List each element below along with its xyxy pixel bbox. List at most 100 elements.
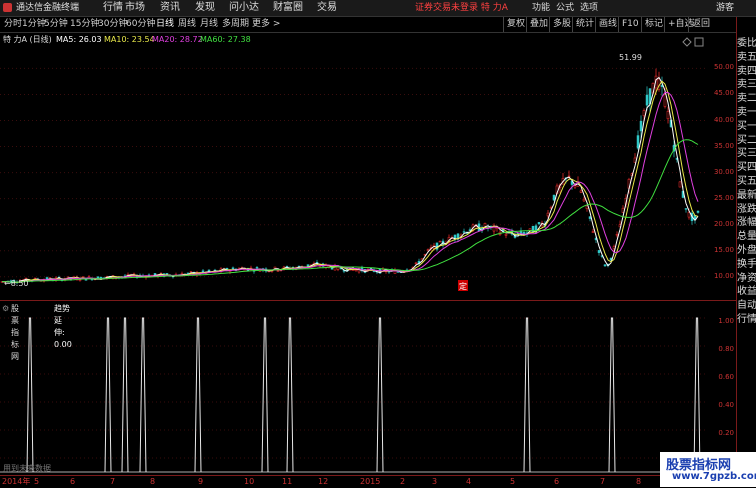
price-tick-label: 30.00 — [713, 167, 734, 176]
menu-trade[interactable]: 交易 — [317, 0, 337, 16]
side-panel-item[interactable]: 最新 — [737, 189, 756, 203]
date-tick-label: 8 — [636, 477, 642, 486]
menu-function[interactable]: 功能 — [532, 0, 550, 16]
side-panel-item[interactable]: 收益 — [737, 285, 756, 299]
expand-icon[interactable] — [682, 37, 692, 47]
menu-news[interactable]: 资讯 — [160, 0, 180, 16]
period-monthly[interactable]: 月线 — [200, 17, 218, 32]
price-tick-label: 10.00 — [713, 271, 734, 280]
date-tick-label: 7 — [110, 477, 116, 486]
side-panel-item[interactable]: 卖四 — [737, 65, 756, 79]
side-panel-item[interactable]: 买二 — [737, 134, 756, 148]
menu-market-quotes[interactable]: 行情 — [103, 0, 123, 16]
side-panel-item[interactable]: 卖三 — [737, 78, 756, 92]
side-panel-item[interactable]: 卖二 — [737, 92, 756, 106]
candle-body — [396, 271, 400, 273]
multi-stock-button[interactable]: 多股 — [549, 17, 571, 32]
side-panel-item[interactable]: 买五 — [737, 175, 756, 189]
side-panel-item[interactable]: 买一 — [737, 120, 756, 134]
price-tick-label: 35.00 — [713, 141, 734, 150]
back-button[interactable]: 返回 — [688, 17, 710, 32]
menu-assistant[interactable]: 问小达 — [229, 0, 259, 16]
side-panel-item[interactable]: 卖一 — [737, 106, 756, 120]
candle-body — [414, 262, 418, 265]
candle-body — [579, 190, 583, 193]
indicator-axis: 1.000.800.600.400.200.00 — [706, 315, 736, 475]
date-tick-label: 4 — [466, 477, 472, 486]
side-panel-item[interactable]: 自动 — [737, 299, 756, 313]
side-panel-item[interactable]: 买三 — [737, 147, 756, 161]
date-axis: 2014年 5 6 7 8 9 10 11 12 2015 2 3 4 5 6 7 8 — [0, 475, 706, 488]
app-title: 通达信金融终端 — [16, 3, 80, 13]
menu-formula[interactable]: 公式 — [556, 0, 574, 16]
statistics-button[interactable]: 统计 — [572, 17, 594, 32]
indicator-signal-spike — [261, 317, 269, 473]
f10-button[interactable]: F10 — [618, 17, 639, 32]
menu-market[interactable]: 市场 — [125, 0, 145, 16]
side-panel-item[interactable]: 涨跌 — [737, 203, 756, 217]
candle-body — [642, 110, 646, 116]
price-tick-label: 40.00 — [713, 115, 734, 124]
draw-line-button[interactable]: 画线 — [595, 17, 617, 32]
indicator-settings-icon[interactable]: ⚙ — [2, 303, 9, 315]
period-30min[interactable]: 30分钟 — [98, 17, 127, 32]
date-tick-label: 11 — [282, 477, 293, 486]
period-15min[interactable]: 15分钟 — [70, 17, 99, 32]
indicator-chart[interactable] — [0, 315, 706, 475]
side-panel-item[interactable]: 行情 — [737, 313, 756, 327]
indicator-signal-spike — [523, 317, 531, 473]
period-5min[interactable]: 5分钟 — [44, 17, 68, 32]
candle-body — [696, 210, 700, 213]
indicator-tick-label: 0.60 — [718, 373, 734, 381]
date-tick-label: 8 — [150, 477, 156, 486]
candle-body — [591, 231, 595, 233]
period-60min[interactable]: 60分钟 — [126, 17, 155, 32]
candle-body — [438, 240, 442, 243]
mark-button[interactable]: 标记 — [641, 17, 663, 32]
kline-chart[interactable]: 51.99 ←8.50 定 — [0, 46, 706, 292]
period-more[interactable]: 更多 > — [252, 17, 280, 32]
ma60-line — [2, 139, 699, 283]
candle-body — [201, 270, 205, 273]
menu-wealth-circle[interactable]: 财富圈 — [273, 0, 303, 16]
period-daily[interactable]: 日线 — [156, 17, 174, 32]
candle-body — [678, 181, 682, 188]
side-panel-item[interactable]: 净资 — [737, 272, 756, 286]
date-tick-label: 10 — [244, 477, 255, 486]
login-warning[interactable]: 证券交易未登录 特 力A — [415, 0, 508, 16]
stock-name-period: 特 力A (日线) — [3, 35, 52, 44]
side-panel-item[interactable]: 换手 — [737, 258, 756, 272]
side-panel-item[interactable]: 买四 — [737, 161, 756, 175]
candle-body — [684, 208, 688, 210]
menu-discover[interactable]: 发现 — [195, 0, 215, 16]
side-panel-item[interactable]: 外盘 — [737, 244, 756, 258]
side-panel-item[interactable]: 总量 — [737, 230, 756, 244]
quote-side-panel: 委比 卖五 卖四 卖三 卖二 卖一 买一 买二 买三 买四 买五 最新 涨跌 涨幅 总量 外盘 换手 净资 收益 自动… — [736, 17, 756, 457]
period-intraday[interactable]: 分时 — [4, 17, 22, 32]
ma60-value: MA60: 27.38 — [200, 35, 251, 44]
period-multi[interactable]: 多周期 — [222, 17, 249, 32]
period-weekly[interactable]: 周线 — [178, 17, 196, 32]
candle-body — [276, 270, 280, 272]
side-panel-item[interactable]: 涨幅 — [737, 216, 756, 230]
menu-options[interactable]: 选项 — [580, 0, 598, 16]
side-panel-item[interactable]: 卖五 — [737, 51, 756, 65]
overlay-button[interactable]: 叠加 — [526, 17, 548, 32]
candle-body — [582, 198, 586, 202]
adjust-button[interactable]: 复权 — [503, 17, 525, 32]
candle-body — [636, 135, 640, 149]
date-tick-label: 5 — [34, 477, 40, 486]
indicator-signal-spike — [376, 317, 384, 473]
close-icon[interactable] — [694, 37, 704, 47]
date-tick-label: 2 — [400, 477, 406, 486]
guest-user[interactable]: 游客 — [716, 0, 734, 16]
candle-body — [645, 94, 649, 106]
indicator-signal-spike — [139, 317, 147, 473]
indicator-signal-spike — [608, 317, 616, 473]
period-1min[interactable]: 1分钟 — [22, 17, 46, 32]
price-tick-label: 45.00 — [713, 89, 734, 98]
indicator-signal-spike — [194, 317, 202, 473]
indicator-tick-label: 1.00 — [718, 317, 734, 325]
side-panel-item[interactable]: 委比 — [737, 37, 756, 51]
ma5-line — [2, 76, 699, 284]
